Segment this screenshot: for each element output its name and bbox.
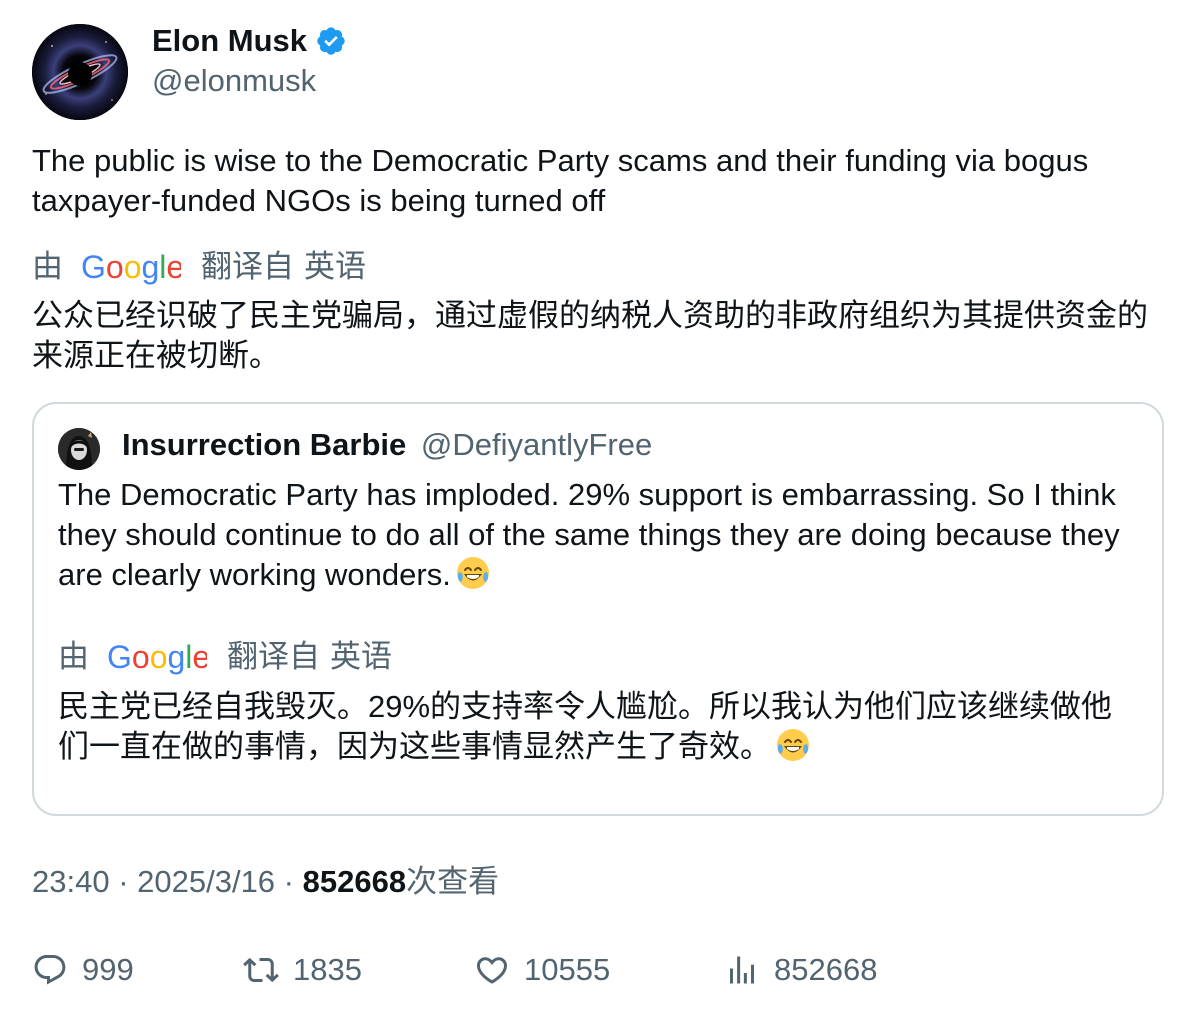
- verified-badge-icon: [317, 27, 345, 55]
- quoted-author-name[interactable]: Insurrection Barbie: [122, 427, 406, 462]
- google-logo-icon: Google: [107, 639, 207, 675]
- source-language-label[interactable]: 英语: [304, 247, 366, 287]
- tweet-meta: 23:40 · 2025/3/16 · 852668次查看: [32, 862, 499, 902]
- like-icon: [476, 957, 508, 984]
- reply-count: 999: [82, 952, 134, 987]
- meta-separator: ·: [275, 864, 303, 899]
- author-handle[interactable]: @elonmusk: [152, 62, 316, 100]
- quoted-translation-by-label: 由: [58, 639, 89, 674]
- quoted-tweet-card[interactable]: Insurrection Barbie @DefiyantlyFree The …: [32, 402, 1164, 816]
- tweet-time[interactable]: 23:40: [32, 864, 110, 899]
- like-button[interactable]: 10555: [474, 950, 610, 990]
- retweet-icon: [243, 957, 279, 983]
- reply-icon: [34, 955, 66, 985]
- retweet-count: 1835: [293, 952, 362, 987]
- quoted-translation-text: 民主党已经自我毁灭。29%的支持率令人尴尬。所以我认为他们应该继续做他们一直在做…: [58, 687, 1128, 767]
- quoted-author-avatar[interactable]: [58, 428, 100, 470]
- quoted-translation-attribution: 由 Google 翻译自 英语: [58, 637, 392, 677]
- like-count: 10555: [524, 952, 611, 987]
- quoted-translation-text-body: 民主党已经自我毁灭。29%的支持率令人尴尬。所以我认为他们应该继续做他们一直在做…: [58, 689, 1113, 764]
- author-name-text: Elon Musk: [152, 23, 308, 58]
- laughing-emoji-icon: [777, 729, 809, 761]
- tweet-translation-text: 公众已经识破了民主党骗局，通过虚假的纳税人资助的非政府组织为其提供资金的来源正在…: [32, 298, 1148, 373]
- retweet-button[interactable]: 1835: [243, 950, 362, 990]
- tweet-text: The public is wise to the Democratic Par…: [32, 143, 1089, 218]
- quoted-source-language-label[interactable]: 英语: [330, 637, 392, 677]
- translation-by-label: 由: [32, 249, 63, 284]
- reply-button[interactable]: 999: [32, 950, 134, 990]
- quoted-author-header: Insurrection Barbie @DefiyantlyFree: [122, 426, 652, 464]
- quoted-tweet-text: The Democratic Party has imploded. 29% s…: [58, 475, 1128, 595]
- quoted-translated-from-label[interactable]: 翻译自: [227, 637, 320, 677]
- tweet-date[interactable]: 2025/3/16: [137, 864, 275, 899]
- action-bar: 999 1835 10555 852668: [0, 950, 1196, 990]
- laughing-emoji-icon: [456, 557, 489, 589]
- author-avatar[interactable]: [32, 24, 128, 120]
- view-count-suffix: 次查看: [406, 864, 500, 899]
- google-logo-icon: Google: [81, 249, 181, 285]
- views-count: 852668: [774, 952, 878, 987]
- meta-separator: ·: [109, 864, 138, 899]
- quoted-tweet-text-body: The Democratic Party has imploded. 29% s…: [58, 477, 1120, 592]
- svg-text:Google: Google: [107, 639, 207, 675]
- author-name[interactable]: Elon Musk: [152, 22, 347, 60]
- svg-text:Google: Google: [81, 249, 181, 285]
- views-icon: [730, 956, 754, 984]
- translation-attribution: 由 Google 翻译自 英语: [32, 247, 366, 287]
- quoted-author-handle[interactable]: @DefiyantlyFree: [421, 427, 652, 462]
- translated-from-label[interactable]: 翻译自: [201, 247, 294, 287]
- views-button[interactable]: 852668: [724, 950, 877, 990]
- view-count: 852668: [302, 864, 407, 899]
